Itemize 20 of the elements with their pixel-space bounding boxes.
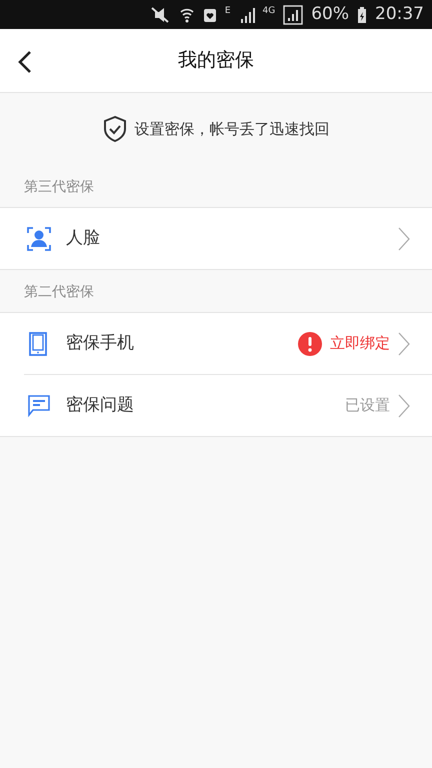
message-icon bbox=[26, 392, 52, 418]
back-icon bbox=[18, 50, 32, 74]
face-scan-icon bbox=[26, 226, 52, 252]
network-label: E bbox=[224, 5, 230, 18]
chevron-right-icon bbox=[398, 394, 410, 418]
alert-icon bbox=[298, 332, 322, 356]
banner-text: 设置密保，帐号丢了迅速找回 bbox=[134, 118, 330, 140]
section-header: 第三代密保 bbox=[23, 178, 95, 197]
section-header: 第二代密保 bbox=[23, 283, 95, 302]
shield-check-icon bbox=[102, 115, 126, 143]
page-title: 我的密保 bbox=[178, 48, 254, 74]
mute-icon bbox=[148, 6, 171, 24]
signal-icon bbox=[283, 4, 304, 24]
chevron-right-icon bbox=[398, 226, 410, 250]
network-label: 4G bbox=[262, 5, 276, 18]
battery-percent: 60% bbox=[311, 2, 349, 26]
signal-icon bbox=[238, 6, 254, 22]
battery-icon bbox=[357, 6, 367, 24]
chevron-right-icon bbox=[398, 332, 410, 356]
clock: 20:37 bbox=[375, 2, 424, 26]
